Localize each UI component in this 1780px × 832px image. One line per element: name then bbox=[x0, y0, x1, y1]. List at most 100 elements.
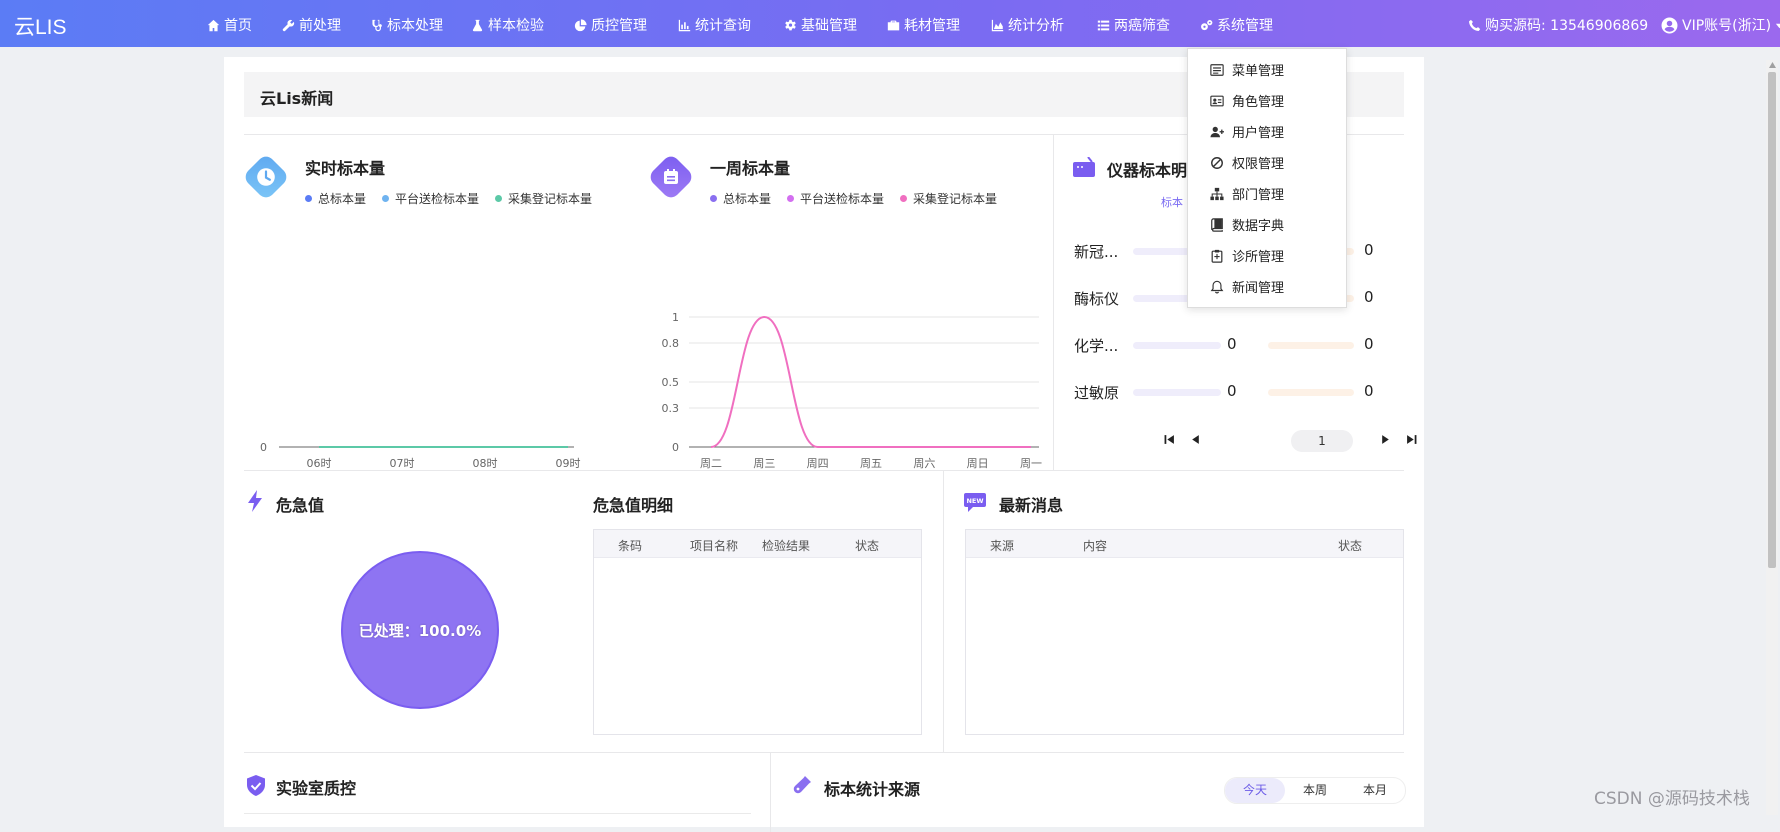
caret-down-icon bbox=[1775, 23, 1780, 28]
next-page-icon[interactable] bbox=[1380, 434, 1391, 445]
y-tick-label: 0.3 bbox=[662, 402, 680, 415]
realtime-legend: 总标本量 平台送检标本量 采集登记标本量 bbox=[305, 190, 592, 207]
tv-icon bbox=[1073, 157, 1095, 177]
menu-item-dept-mgmt[interactable]: 部门管理 bbox=[1210, 184, 1284, 203]
column-header[interactable]: 项目名称 bbox=[690, 537, 738, 554]
phone-icon bbox=[1469, 19, 1481, 31]
stethoscope-icon bbox=[372, 19, 382, 31]
legend-dot bbox=[305, 195, 312, 202]
calendar-icon bbox=[664, 169, 678, 184]
table-header: 来源 内容 状态 bbox=[966, 530, 1403, 558]
x-tick-label: 周二 bbox=[700, 457, 722, 470]
flask-icon bbox=[472, 19, 483, 31]
x-tick-label: 09时 bbox=[556, 457, 581, 470]
realtime-title: 实时标本量 bbox=[305, 159, 386, 178]
x-tick-label: 周日 bbox=[967, 457, 989, 470]
book-icon bbox=[1211, 217, 1223, 232]
legend-item[interactable]: 采集登记标本量 bbox=[900, 190, 997, 207]
nav-item-system-mgmt[interactable]: 系统管理 bbox=[1200, 15, 1273, 35]
x-tick-label: 周五 bbox=[860, 457, 882, 470]
legend-dot bbox=[900, 195, 908, 202]
column-header[interactable]: 内容 bbox=[1083, 537, 1107, 554]
divider bbox=[244, 470, 1404, 471]
weekly-chart: 0 0.3 0.5 0.8 1 周二 周三 周四 周五 周六 周日 周一 bbox=[662, 311, 1043, 470]
nav-item-sample-test[interactable]: 样本检验 bbox=[471, 15, 544, 35]
realtime-chart: 0 06时 07时 08时 09时 bbox=[260, 441, 581, 470]
scrollbar-thumb[interactable] bbox=[1768, 72, 1776, 568]
tab-this-month[interactable]: 本月 bbox=[1345, 778, 1405, 803]
legend-item[interactable]: 平台送检标本量 bbox=[382, 190, 479, 207]
pagination: 1 bbox=[1144, 430, 1417, 452]
last-page-icon[interactable] bbox=[1406, 434, 1417, 445]
nav-item-screening[interactable]: 两癌筛查 bbox=[1097, 15, 1170, 35]
test-tube-icon bbox=[793, 775, 811, 794]
critical-table: 条码 项目名称 检验结果 状态 bbox=[593, 529, 922, 735]
account-menu[interactable]: VIP账号(浙江) bbox=[1661, 15, 1780, 35]
menu-item-data-dict[interactable]: 数据字典 bbox=[1210, 215, 1284, 234]
nav-item-consumables[interactable]: 耗材管理 bbox=[887, 15, 960, 35]
buy-code-link[interactable]: 购买源码: 13546906869 bbox=[1468, 15, 1648, 35]
instrument-row[interactable]: 化学... 0 0 bbox=[1074, 335, 1374, 355]
nav-item-stats-query[interactable]: 统计查询 bbox=[678, 15, 751, 35]
weekly-legend: 总标本量 平台送检标本量 采集登记标本量 bbox=[710, 190, 997, 207]
top-navbar: 云LIS 首页 前处理 标本处理 样本检验 质控管理 统计查询 基础管理 耗材管… bbox=[0, 0, 1780, 47]
shield-check-icon bbox=[247, 775, 265, 796]
nav-item-home[interactable]: 首页 bbox=[207, 15, 252, 35]
pie-label: 已处理：100.0% bbox=[358, 621, 482, 640]
source-title: 标本统计来源 bbox=[824, 780, 921, 799]
divider bbox=[244, 813, 751, 814]
tab-this-week[interactable]: 本周 bbox=[1285, 778, 1345, 803]
nav-item-qc[interactable]: 质控管理 bbox=[574, 15, 647, 35]
legend-item[interactable]: 总标本量 bbox=[710, 190, 771, 207]
page-scrollbar[interactable] bbox=[1766, 60, 1778, 815]
user-plus-icon bbox=[1210, 126, 1224, 137]
weekly-icon-box bbox=[646, 152, 696, 202]
menu-item-role-mgmt[interactable]: 角色管理 bbox=[1210, 91, 1284, 110]
nav-item-preprocess[interactable]: 前处理 bbox=[282, 15, 341, 35]
pie-icon bbox=[574, 18, 587, 31]
menu-item-menu-mgmt[interactable]: 菜单管理 bbox=[1210, 60, 1284, 79]
menu-item-news-mgmt[interactable]: 新闻管理 bbox=[1210, 277, 1284, 296]
progress-track bbox=[1133, 342, 1221, 349]
menu-item-clinic-mgmt[interactable]: 诊所管理 bbox=[1210, 246, 1284, 265]
instrument-title: 仪器标本明 bbox=[1107, 161, 1188, 180]
page-number[interactable]: 1 bbox=[1291, 430, 1353, 452]
menu-item-permission-mgmt[interactable]: 权限管理 bbox=[1210, 153, 1284, 172]
legend-dot bbox=[787, 195, 795, 202]
legend-dot bbox=[710, 195, 717, 202]
progress-track bbox=[1133, 389, 1221, 396]
brand-logo[interactable]: 云LIS bbox=[14, 11, 67, 41]
gear-icon bbox=[785, 19, 796, 30]
tab-today[interactable]: 今天 bbox=[1225, 778, 1285, 803]
divider bbox=[244, 752, 1404, 753]
y-tick-label: 0.5 bbox=[662, 376, 680, 389]
column-header[interactable]: 条码 bbox=[618, 537, 642, 554]
y-tick-label: 0.8 bbox=[662, 337, 680, 350]
gears-icon bbox=[1201, 19, 1213, 30]
column-header[interactable]: 状态 bbox=[855, 537, 879, 554]
svg-text:NEW: NEW bbox=[966, 497, 983, 505]
column-header[interactable]: 状态 bbox=[1338, 537, 1362, 554]
column-header[interactable]: 来源 bbox=[990, 537, 1014, 554]
instrument-row[interactable]: 过敏原 0 0 bbox=[1074, 382, 1374, 402]
clipboard-icon bbox=[1211, 249, 1223, 263]
menu-icon bbox=[1210, 63, 1224, 76]
x-tick-label: 06时 bbox=[307, 457, 332, 470]
critical-pie: 已处理：100.0% bbox=[339, 549, 501, 715]
scroll-up-icon[interactable] bbox=[1769, 62, 1776, 68]
column-header[interactable]: 检验结果 bbox=[762, 537, 810, 554]
nav-item-specimen[interactable]: 标本处理 bbox=[370, 15, 443, 35]
prev-page-icon[interactable] bbox=[1190, 434, 1201, 445]
news-title: 云Lis新闻 bbox=[260, 89, 334, 108]
legend-item[interactable]: 采集登记标本量 bbox=[495, 190, 592, 207]
legend-item[interactable]: 总标本量 bbox=[305, 190, 366, 207]
bell-icon bbox=[1210, 280, 1224, 293]
nav-item-basic-mgmt[interactable]: 基础管理 bbox=[784, 15, 857, 35]
divider bbox=[770, 752, 771, 832]
first-page-icon[interactable] bbox=[1164, 434, 1175, 445]
legend-item[interactable]: 平台送检标本量 bbox=[787, 190, 884, 207]
nav-item-analysis[interactable]: 统计分析 bbox=[991, 15, 1064, 35]
wrench-icon bbox=[282, 19, 295, 31]
critical-detail-title: 危急值明细 bbox=[593, 496, 674, 515]
menu-item-user-mgmt[interactable]: 用户管理 bbox=[1210, 122, 1284, 141]
